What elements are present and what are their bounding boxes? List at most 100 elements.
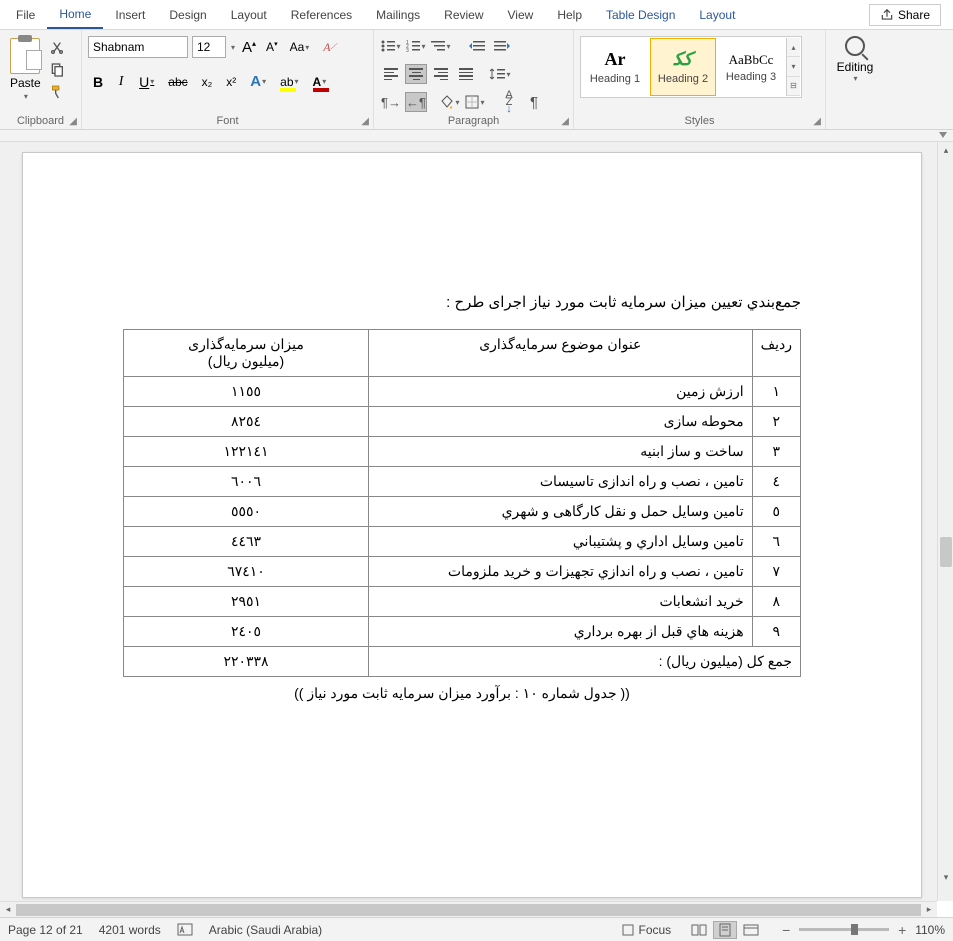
menu-design[interactable]: Design	[157, 2, 218, 28]
grow-font-button[interactable]: A▴	[239, 37, 259, 58]
horizontal-scrollbar[interactable]: ◂ ▸	[0, 901, 937, 917]
align-right-button[interactable]	[430, 64, 452, 84]
underline-button[interactable]: U▾	[134, 71, 159, 93]
table-row[interactable]: ٧ تامین ، نصب و راه اندازي تجهیزات و خری…	[124, 557, 801, 587]
line-spacing-button[interactable]: ▾	[489, 64, 511, 84]
page[interactable]: جمع‌بندي تعیین میزان سرمایه ثابت مورد نی…	[22, 152, 922, 898]
clear-formatting-button[interactable]: A⟋	[318, 37, 341, 58]
scroll-left[interactable]: ◂	[0, 902, 16, 918]
menu-home[interactable]: Home	[47, 1, 103, 29]
copy-icon[interactable]	[49, 62, 65, 78]
align-left-button[interactable]	[380, 64, 402, 84]
total-label: جمع کل (میلیون ریال) :	[369, 647, 801, 677]
table-row[interactable]: ٨ خرید انشعابات ٢٩٥١	[124, 587, 801, 617]
document-content[interactable]: جمع‌بندي تعیین میزان سرمایه ثابت مورد نی…	[23, 153, 921, 742]
highlight-button[interactable]: ab▾	[275, 72, 303, 92]
scroll-down[interactable]: ▾	[938, 869, 953, 885]
menu-file[interactable]: File	[4, 2, 47, 28]
menu-table-design[interactable]: Table Design	[594, 2, 687, 28]
status-language[interactable]: Arabic (Saudi Arabia)	[209, 923, 322, 937]
numbering-button[interactable]: 123▾	[405, 36, 427, 56]
sort-button[interactable]: AZ↓	[498, 92, 520, 112]
menu-help[interactable]: Help	[545, 2, 594, 28]
table-row[interactable]: ٢ محوطه سازی ٨٢٥٤	[124, 407, 801, 437]
table-row[interactable]: ٣ ساخت و ساز ابنیه ١٢٢١٤١	[124, 437, 801, 467]
font-color-button[interactable]: A▾	[308, 72, 332, 92]
strikethrough-button[interactable]: abc	[163, 72, 192, 92]
focus-mode-button[interactable]: Focus	[621, 923, 672, 937]
bold-button[interactable]: B	[88, 71, 108, 93]
cut-icon[interactable]	[49, 40, 65, 56]
ltr-direction-button[interactable]: ¶→	[380, 92, 402, 112]
cell-num: ٢	[752, 407, 800, 437]
justify-button[interactable]	[455, 64, 477, 84]
scroll-thumb[interactable]	[940, 537, 952, 567]
shrink-font-button[interactable]: A▾	[263, 38, 281, 56]
font-launcher[interactable]: ◢	[361, 116, 369, 127]
menu-insert[interactable]: Insert	[103, 2, 157, 28]
gallery-more[interactable]: ⊟	[787, 77, 800, 96]
scroll-up[interactable]: ▴	[938, 142, 953, 158]
zoom-in-button[interactable]: +	[895, 922, 909, 938]
font-name-input[interactable]	[88, 36, 188, 58]
font-size-input[interactable]	[192, 36, 226, 58]
show-marks-button[interactable]: ¶	[523, 92, 545, 112]
find-icon	[845, 36, 865, 56]
zoom-slider[interactable]	[799, 928, 889, 931]
change-case-button[interactable]: Aa▾	[285, 37, 315, 57]
total-value: ٢٢٠٣٣٨	[124, 647, 369, 677]
share-button[interactable]: Share	[869, 4, 941, 26]
zoom-out-button[interactable]: −	[779, 922, 793, 938]
subscript-button[interactable]: x₂	[197, 72, 218, 92]
menu-review[interactable]: Review	[432, 2, 495, 28]
clipboard-launcher[interactable]: ◢	[69, 116, 77, 127]
spellcheck-icon[interactable]	[177, 923, 193, 937]
shading-button[interactable]: ▾	[439, 92, 461, 112]
style-heading-3[interactable]: AaBbCc Heading 3	[718, 38, 784, 96]
read-mode-button[interactable]	[687, 921, 711, 939]
print-layout-button[interactable]	[713, 921, 737, 939]
zoom-value[interactable]: 110%	[915, 923, 945, 937]
investment-table[interactable]: ردیف عنوان موضوع سرمایه‌گذاری میزان سرما…	[123, 329, 801, 677]
table-row[interactable]: ٥ تامین وسایل حمل و نقل کارگاهی و شهري ٥…	[124, 497, 801, 527]
cell-amount: ٥٥٥٠	[124, 497, 369, 527]
scroll-right[interactable]: ▸	[921, 902, 937, 918]
menu-mailings[interactable]: Mailings	[364, 2, 432, 28]
zoom-control: − + 110%	[779, 922, 945, 938]
multilevel-list-button[interactable]: ▾	[430, 36, 452, 56]
editing-button[interactable]: Editing ▾	[837, 36, 874, 83]
style-heading-1[interactable]: Ar Heading 1	[582, 38, 648, 96]
bullets-button[interactable]: ▾	[380, 36, 402, 56]
text-effects-button[interactable]: A▾	[245, 70, 271, 93]
increase-indent-button[interactable]	[491, 36, 513, 56]
menu-layout[interactable]: Layout	[219, 2, 279, 28]
status-page[interactable]: Page 12 of 21	[8, 923, 83, 937]
menu-references[interactable]: References	[279, 2, 364, 28]
gallery-down[interactable]: ▾	[787, 57, 800, 76]
chevron-down-icon[interactable]: ▾	[231, 43, 235, 52]
decrease-indent-button[interactable]	[466, 36, 488, 56]
styles-launcher[interactable]: ◢	[813, 116, 821, 127]
gallery-up[interactable]: ▴	[787, 38, 800, 57]
cell-amount: ٦٧٤١٠	[124, 557, 369, 587]
menu-table-layout[interactable]: Layout	[687, 2, 747, 28]
web-layout-button[interactable]	[739, 921, 763, 939]
menu-view[interactable]: View	[496, 2, 546, 28]
hscroll-thumb[interactable]	[16, 904, 921, 916]
table-row[interactable]: ٩ هزینه هاي قبل از بهره برداري ٢٤٠٥	[124, 617, 801, 647]
borders-button[interactable]: ▾	[464, 92, 486, 112]
vertical-scrollbar[interactable]: ▴ ▾	[937, 142, 953, 901]
paste-button[interactable]: Paste ▾	[6, 36, 45, 103]
italic-button[interactable]: I	[112, 71, 130, 93]
table-row[interactable]: ٤ تامین ، نصب و راه اندازی تاسیسات ٦٠٠٦	[124, 467, 801, 497]
format-painter-icon[interactable]	[49, 84, 65, 100]
superscript-button[interactable]: x²	[221, 72, 241, 92]
ruler-toggle[interactable]	[939, 132, 947, 138]
rtl-direction-button[interactable]: ←¶	[405, 92, 427, 112]
style-heading-2[interactable]: ﮐﮑ Heading 2	[650, 38, 716, 96]
paragraph-launcher[interactable]: ◢	[561, 116, 569, 127]
status-words[interactable]: 4201 words	[99, 923, 161, 937]
table-row[interactable]: ١ ارزش زمین ١١٥٥	[124, 377, 801, 407]
table-row[interactable]: ٦ تامین وسایل اداري و پشتیباني ٤٤٦٣	[124, 527, 801, 557]
align-center-button[interactable]	[405, 64, 427, 84]
